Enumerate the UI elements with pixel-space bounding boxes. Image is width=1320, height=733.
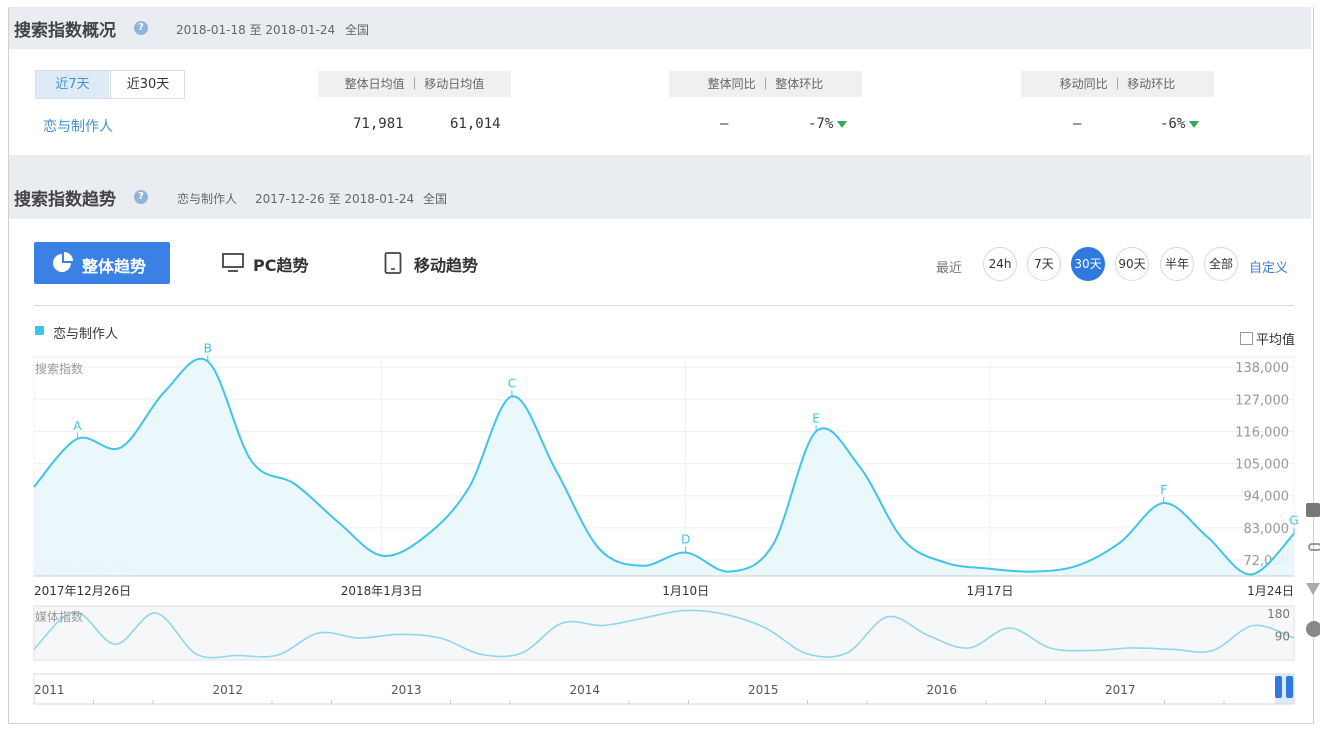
side-tool-icon[interactable] [1306,583,1320,595]
annotation-d: D [681,533,690,547]
y-tick-label: 138,000 [1235,361,1289,376]
x-tick-label: 1月17日 [966,584,1013,598]
y-tick-label: 116,000 [1235,426,1289,441]
timeline-left-handle[interactable] [1275,676,1282,698]
trend-charts: 72,00083,00094,000105,000116,000127,0001… [33,341,1299,705]
timeline-year-label: 2015 [748,683,779,697]
y-tick-label: 94,000 [1244,490,1290,505]
y-tick-label: 105,000 [1235,458,1289,473]
media-chart: 媒体指数 90 180 [33,605,1295,661]
y-tick-label: 83,000 [1244,522,1290,537]
media-y-tick-label: 90 [1275,630,1290,644]
media-y-axis-label: 媒体指数 [35,609,83,624]
timeline-year-label: 2012 [213,683,244,697]
timeline-navigator: 2011 2012 2013 2014 2015 2016 2017 [33,673,1295,705]
annotation-a: A [73,419,82,433]
x-tick-label: 2018年1月3日 [341,584,423,598]
timeline-right-handle[interactable] [1286,676,1293,698]
media-y-tick-label: 180 [1267,607,1290,621]
y-axis-label: 搜索指数 [35,361,83,376]
timeline-year-label: 2011 [34,683,65,697]
timeline-year-label: 2016 [927,683,958,697]
annotation-b: B [204,341,212,355]
side-tool-icon[interactable] [1308,543,1320,551]
side-tool-icon[interactable] [1306,621,1320,637]
y-tick-label: 127,000 [1235,393,1289,408]
annotation-g: G [1289,514,1298,528]
timeline-year-label: 2013 [391,683,422,697]
x-tick-label: 1月24日 [1247,584,1294,598]
timeline-year-label: 2017 [1105,683,1136,697]
timeline-year-label: 2014 [570,683,601,697]
annotation-e: E [812,412,820,426]
side-tool-icon[interactable] [1306,503,1320,517]
side-toolbar [1304,495,1320,695]
annotation-f: F [1160,483,1167,497]
annotation-c: C [508,376,516,390]
x-tick-label: 1月10日 [662,584,709,598]
x-tick-label: 2017年12月26日 [34,584,131,598]
